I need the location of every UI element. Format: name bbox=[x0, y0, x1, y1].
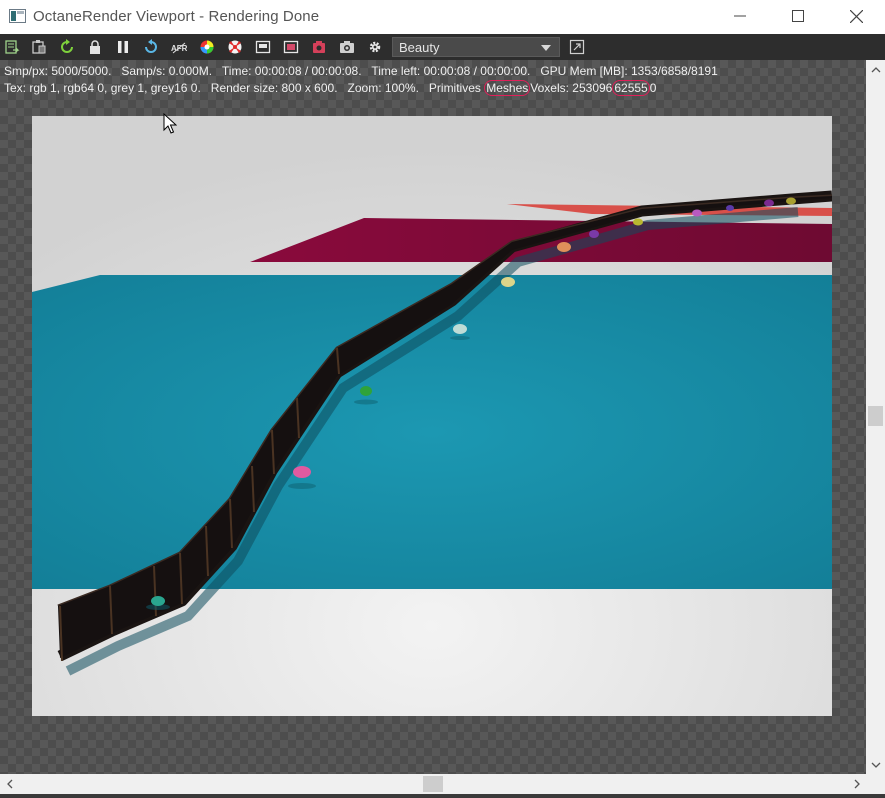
color-picker-icon bbox=[200, 40, 214, 54]
meshes-highlight: Meshes bbox=[484, 80, 531, 96]
app-icon bbox=[9, 9, 26, 23]
expand-button[interactable] bbox=[568, 38, 586, 56]
chevron-up-icon bbox=[871, 66, 880, 72]
render-pass-value: Beauty bbox=[399, 40, 440, 55]
afr-icon: AFR bbox=[171, 42, 187, 54]
scroll-right-button[interactable] bbox=[848, 774, 866, 794]
viewport-area[interactable]: Smp/px: 5000/5000. Samp/s: 0.000M. Time:… bbox=[0, 60, 866, 774]
minimize-button[interactable] bbox=[711, 0, 769, 32]
chevron-right-icon bbox=[854, 779, 860, 789]
region-icon bbox=[255, 40, 271, 54]
lock-icon bbox=[90, 40, 100, 54]
horizontal-scroll-thumb[interactable] bbox=[423, 776, 443, 792]
mouse-cursor-icon bbox=[163, 113, 177, 134]
status-voxels: Voxels: 253096 bbox=[530, 81, 613, 95]
scroll-up-button[interactable] bbox=[866, 60, 885, 78]
settings-button[interactable] bbox=[366, 38, 384, 56]
clipboard-icon bbox=[32, 40, 46, 54]
status-primitives: Tex: rgb 1, rgb64 0, grey 1, grey16 0. R… bbox=[4, 81, 481, 95]
floor-plane bbox=[32, 275, 832, 589]
pause-button[interactable] bbox=[114, 38, 132, 56]
lens-icon bbox=[228, 40, 242, 54]
render-image bbox=[32, 116, 832, 716]
color-picker-button[interactable] bbox=[198, 38, 216, 56]
scrollbar-corner bbox=[866, 774, 885, 794]
maximize-icon bbox=[792, 10, 804, 22]
chevron-left-icon bbox=[6, 779, 12, 789]
status-line-2: Tex: rgb 1, rgb64 0, grey 1, grey16 0. R… bbox=[4, 80, 657, 96]
afr-button[interactable]: AFR bbox=[170, 38, 188, 56]
horizontal-scrollbar[interactable] bbox=[0, 774, 866, 794]
expand-icon bbox=[569, 39, 585, 55]
title-bar: OctaneRender Viewport - Rendering Done bbox=[0, 0, 885, 34]
camera-button[interactable] bbox=[338, 38, 356, 56]
scroll-down-button[interactable] bbox=[866, 756, 885, 774]
settings-icon bbox=[369, 41, 381, 53]
film-region-icon bbox=[283, 40, 299, 54]
window-title: OctaneRender Viewport - Rendering Done bbox=[33, 8, 320, 25]
chevron-down-icon bbox=[541, 45, 551, 51]
restart-icon bbox=[145, 39, 157, 53]
pause-icon bbox=[118, 41, 128, 53]
scroll-left-button[interactable] bbox=[0, 774, 18, 794]
render-pass-select[interactable]: Beauty bbox=[392, 37, 560, 57]
region-button[interactable] bbox=[254, 38, 272, 56]
close-button[interactable] bbox=[827, 0, 885, 32]
restart-button[interactable] bbox=[142, 38, 160, 56]
camera-icon bbox=[340, 41, 354, 53]
export-icon bbox=[5, 40, 20, 54]
chevron-down-icon bbox=[871, 762, 880, 768]
voxels-highlight: 62555 bbox=[612, 80, 650, 96]
export-button[interactable] bbox=[3, 38, 21, 56]
status-line-1: Smp/px: 5000/5000. Samp/s: 0.000M. Time:… bbox=[4, 64, 718, 78]
vertical-scroll-thumb[interactable] bbox=[868, 406, 883, 426]
close-icon bbox=[849, 9, 863, 23]
clipboard-button[interactable] bbox=[30, 38, 48, 56]
lens-button[interactable] bbox=[226, 38, 244, 56]
refresh-button[interactable] bbox=[58, 38, 76, 56]
window-bottom-edge bbox=[0, 794, 885, 798]
camera-lock-icon bbox=[313, 41, 325, 53]
maximize-button[interactable] bbox=[769, 0, 827, 32]
minimize-icon bbox=[734, 15, 746, 17]
status-suffix: 0 bbox=[649, 81, 657, 95]
lock-button[interactable] bbox=[86, 38, 104, 56]
vertical-scrollbar[interactable] bbox=[866, 60, 885, 774]
camera-lock-button[interactable] bbox=[310, 38, 328, 56]
film-region-button[interactable] bbox=[282, 38, 300, 56]
refresh-icon bbox=[61, 39, 73, 53]
